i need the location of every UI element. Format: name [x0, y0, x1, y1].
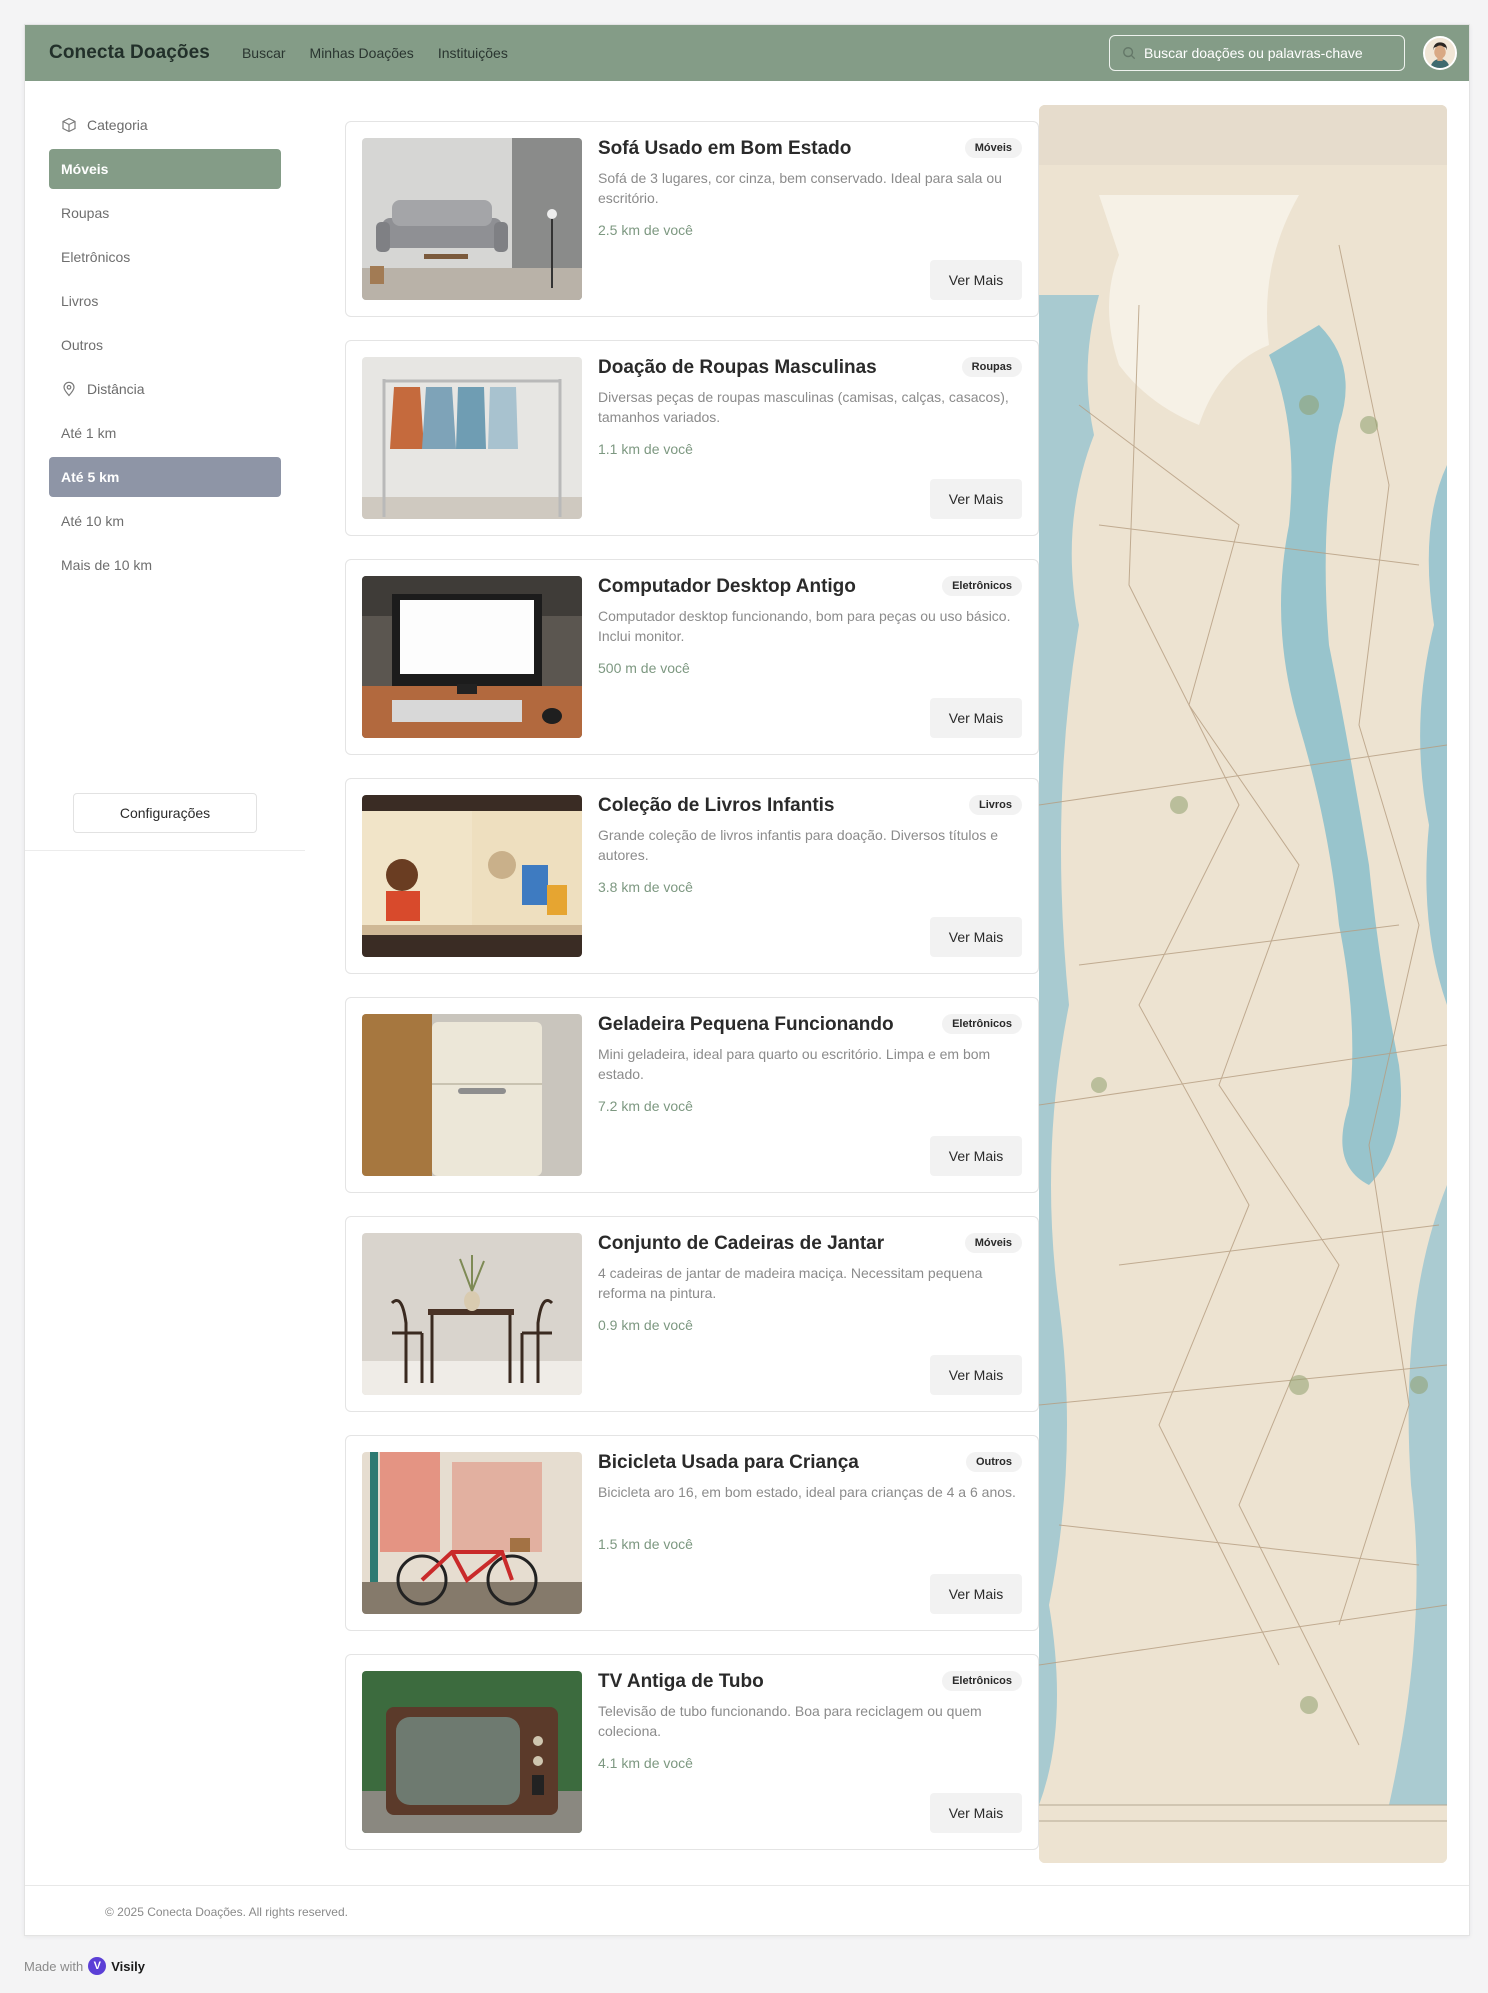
distance-10km[interactable]: Até 10 km	[49, 501, 281, 541]
visily-brand: Visily	[111, 1958, 145, 1974]
category-badge: Eletrônicos	[942, 1014, 1022, 1034]
category-badge: Livros	[968, 795, 1022, 815]
listing-description: Bicicleta aro 16, em bom estado, ideal p…	[598, 1484, 1016, 1500]
listing-card[interactable]: Geladeira Pequena Funcionando Eletrônico…	[345, 997, 1039, 1193]
search-icon	[1123, 47, 1136, 60]
listing-description: Televisão de tubo funcionando. Boa para …	[598, 1703, 982, 1739]
category-roupas[interactable]: Roupas	[49, 193, 281, 233]
listing-description: Grande coleção de livros infantis para d…	[598, 827, 998, 863]
distance-1km[interactable]: Até 1 km	[49, 413, 281, 453]
map-pin-icon	[63, 381, 75, 397]
listing-image-dining-chairs[interactable]	[362, 1233, 582, 1395]
footer: © 2025 Conecta Doações. All rights reser…	[25, 1885, 1469, 1937]
ver-mais-button[interactable]: Ver Mais	[930, 698, 1022, 738]
copyright-text: © 2025 Conecta Doações. All rights reser…	[105, 1904, 348, 1919]
brand-title[interactable]: Conecta Doações	[49, 42, 210, 64]
listing-card[interactable]: Bicicleta Usada para Criança Outros Bici…	[345, 1435, 1039, 1631]
listing-description: Computador desktop funcionando, bom para…	[598, 608, 1011, 644]
vintage-map-image	[1039, 105, 1447, 1863]
listing-description: Mini geladeira, ideal para quarto ou esc…	[598, 1046, 991, 1082]
listing-distance: 1.1 km de você	[598, 441, 693, 457]
listing-title[interactable]: Geladeira Pequena Funcionando	[598, 1014, 894, 1036]
listing-image-mini-fridge[interactable]	[362, 1014, 582, 1176]
listing-title[interactable]: Sofá Usado em Bom Estado	[598, 138, 851, 160]
listing-distance: 500 m de você	[598, 660, 690, 676]
ver-mais-button[interactable]: Ver Mais	[930, 260, 1022, 300]
ver-mais-button[interactable]: Ver Mais	[930, 1136, 1022, 1176]
category-livros[interactable]: Livros	[49, 281, 281, 321]
made-with-prefix: Made with	[24, 1958, 84, 1974]
category-badge: Eletrônicos	[942, 1671, 1022, 1691]
listing-image-childrens-books[interactable]	[362, 795, 582, 957]
category-outros[interactable]: Outros	[49, 325, 281, 365]
listing-description: Diversas peças de roupas masculinas (cam…	[598, 389, 1009, 425]
nav-minhas-doacoes[interactable]: Minhas Doações	[310, 45, 414, 61]
listing-card[interactable]: TV Antiga de Tubo Eletrônicos Televisão …	[345, 1654, 1039, 1850]
listing-image-crt-tv[interactable]	[362, 1671, 582, 1833]
settings-button[interactable]: Configurações	[73, 793, 257, 833]
box-icon	[62, 117, 76, 133]
listing-title[interactable]: TV Antiga de Tubo	[598, 1671, 764, 1693]
app-window: Conecta Doações Buscar Minhas Doações In…	[24, 24, 1470, 1936]
ver-mais-button[interactable]: Ver Mais	[930, 917, 1022, 957]
search-input[interactable]	[1144, 45, 1394, 61]
listing-title[interactable]: Computador Desktop Antigo	[598, 576, 856, 598]
ver-mais-button[interactable]: Ver Mais	[930, 479, 1022, 519]
category-badge: Outros	[965, 1452, 1022, 1472]
listing-distance: 7.2 km de você	[598, 1098, 693, 1114]
nav-buscar[interactable]: Buscar	[242, 45, 286, 61]
search-box[interactable]	[1109, 35, 1405, 71]
listing-image-clothes-rack[interactable]	[362, 357, 582, 519]
category-heading-label: Categoria	[87, 117, 148, 133]
listing-card[interactable]: Sofá Usado em Bom Estado Móveis Sofá de …	[345, 121, 1039, 317]
category-eletronicos[interactable]: Eletrônicos	[49, 237, 281, 277]
nav-instituicoes[interactable]: Instituições	[438, 45, 508, 61]
listing-image-desktop-computer[interactable]	[362, 576, 582, 738]
category-moveis[interactable]: Móveis	[49, 149, 281, 189]
category-heading: Categoria	[61, 115, 148, 135]
ver-mais-button[interactable]: Ver Mais	[930, 1793, 1022, 1833]
listing-card[interactable]: Doação de Roupas Masculinas Roupas Diver…	[345, 340, 1039, 536]
avatar[interactable]	[1423, 36, 1457, 70]
made-with-badge[interactable]: Made with V Visily	[24, 1957, 145, 1975]
listing-card[interactable]: Conjunto de Cadeiras de Jantar Móveis 4 …	[345, 1216, 1039, 1412]
ver-mais-button[interactable]: Ver Mais	[930, 1355, 1022, 1395]
listing-title[interactable]: Bicicleta Usada para Criança	[598, 1452, 859, 1474]
listing-card[interactable]: Coleção de Livros Infantis Livros Grande…	[345, 778, 1039, 974]
ver-mais-button[interactable]: Ver Mais	[930, 1574, 1022, 1614]
listing-distance: 0.9 km de você	[598, 1317, 693, 1333]
filters-sidebar: Categoria Móveis Roupas Eletrônicos Livr…	[25, 81, 305, 851]
category-badge: Móveis	[964, 138, 1022, 158]
distance-heading: Distância	[61, 379, 145, 399]
user-avatar-icon	[1425, 38, 1455, 68]
distance-heading-label: Distância	[87, 381, 145, 397]
listing-card[interactable]: Computador Desktop Antigo Eletrônicos Co…	[345, 559, 1039, 755]
main-nav: Buscar Minhas Doações Instituições	[242, 45, 508, 61]
listing-title[interactable]: Conjunto de Cadeiras de Jantar	[598, 1233, 884, 1255]
listing-title[interactable]: Doação de Roupas Masculinas	[598, 357, 877, 379]
listing-distance: 2.5 km de você	[598, 222, 693, 238]
distance-more-10km[interactable]: Mais de 10 km	[49, 545, 281, 585]
listing-distance: 4.1 km de você	[598, 1755, 693, 1771]
donations-map[interactable]	[1039, 105, 1447, 1863]
listing-distance: 1.5 km de você	[598, 1536, 693, 1552]
distance-5km[interactable]: Até 5 km	[49, 457, 281, 497]
listing-image-sofa[interactable]	[362, 138, 582, 300]
listing-description: Sofá de 3 lugares, cor cinza, bem conser…	[598, 170, 1002, 206]
listing-description: 4 cadeiras de jantar de madeira maciça. …	[598, 1265, 983, 1301]
listing-image-kids-bicycle[interactable]	[362, 1452, 582, 1614]
category-badge: Roupas	[961, 357, 1022, 377]
top-header: Conecta Doações Buscar Minhas Doações In…	[25, 25, 1469, 81]
category-badge: Móveis	[964, 1233, 1022, 1253]
category-badge: Eletrônicos	[942, 576, 1022, 596]
listing-distance: 3.8 km de você	[598, 879, 693, 895]
visily-logo-icon: V	[88, 1957, 107, 1975]
listing-title[interactable]: Coleção de Livros Infantis	[598, 795, 835, 817]
